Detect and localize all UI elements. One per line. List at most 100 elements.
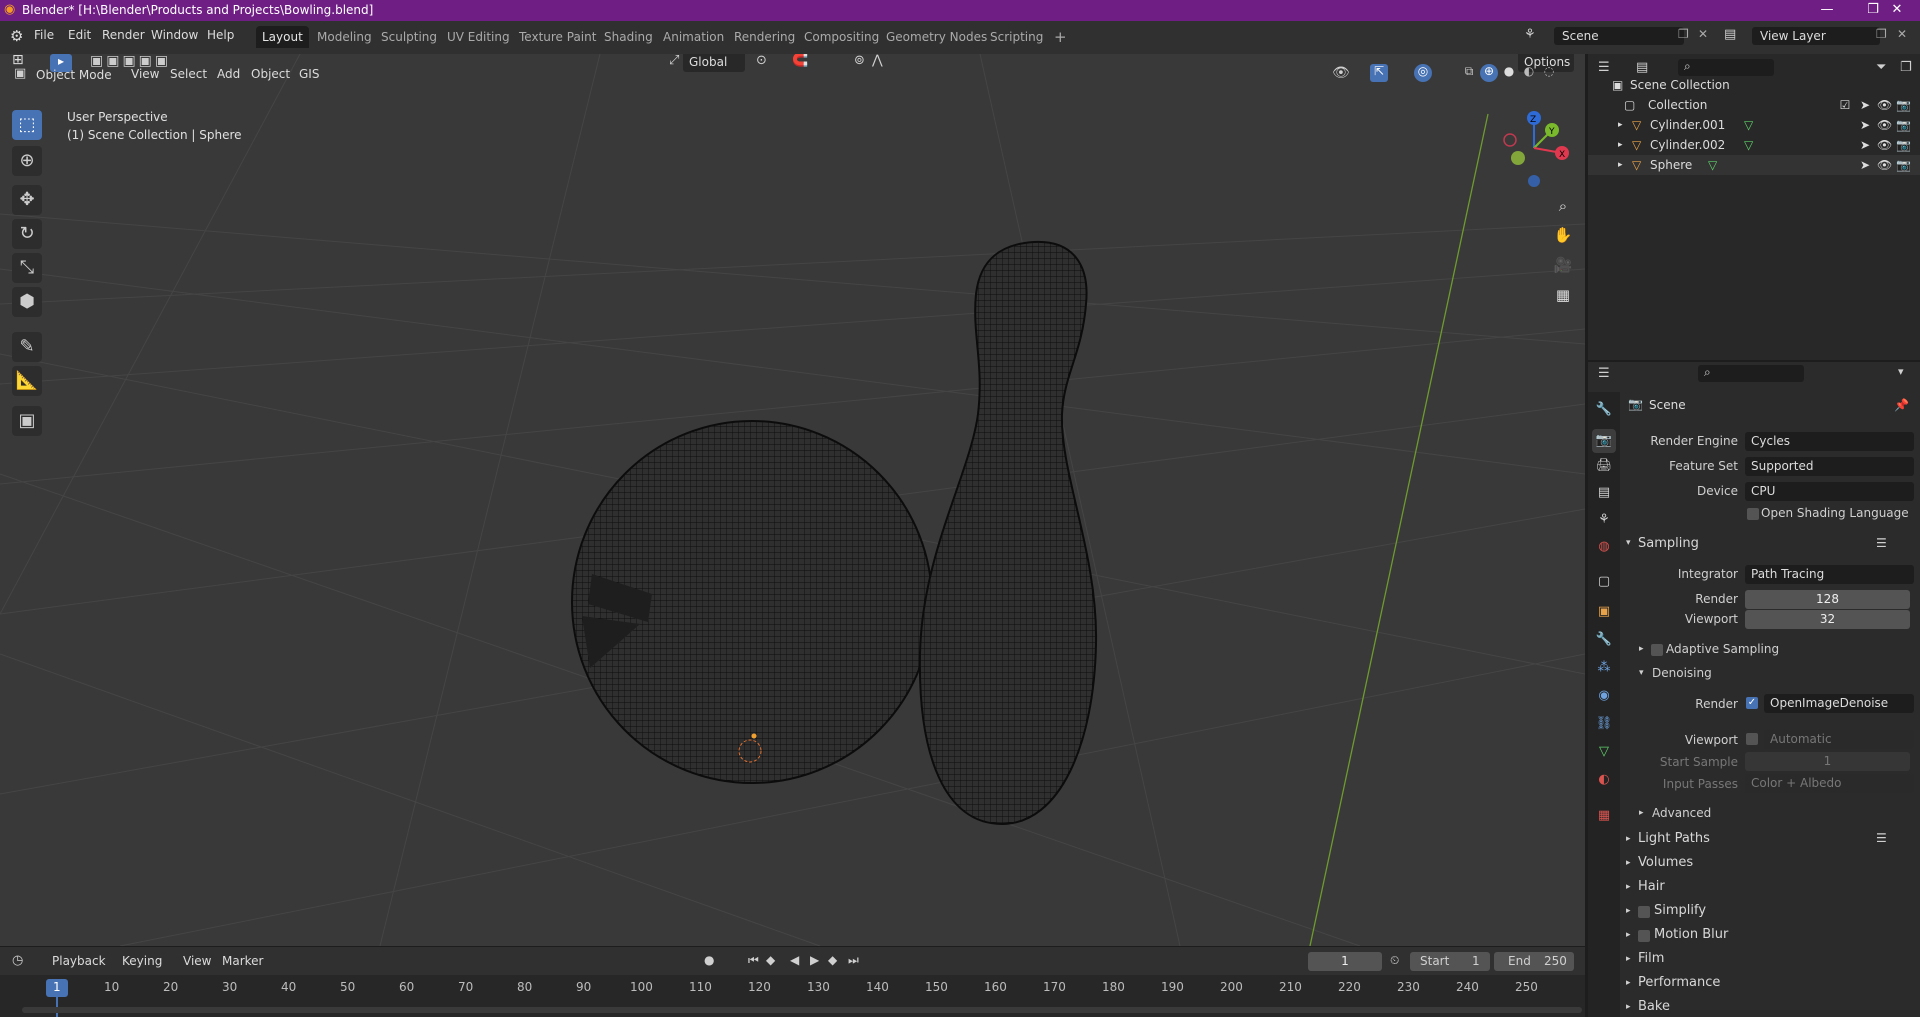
view-layer-remove-icon[interactable]: ✕: [1897, 27, 1907, 41]
sphere-object[interactable]: [571, 420, 933, 784]
tab-layout[interactable]: Layout: [256, 26, 309, 48]
render-camera-icon[interactable]: 📷: [1896, 95, 1911, 115]
scene-remove-icon[interactable]: ✕: [1698, 27, 1708, 41]
selectable-icon[interactable]: ➤: [1858, 135, 1872, 155]
sampling-panel-header[interactable]: Sampling: [1638, 536, 1699, 551]
performance-header[interactable]: Performance: [1638, 975, 1720, 990]
timeline-menu-view[interactable]: View: [183, 954, 211, 968]
pan-hand-icon[interactable]: ✋: [1550, 222, 1576, 248]
viewport-menu-view[interactable]: View: [131, 67, 159, 81]
play-reverse-icon[interactable]: ◀: [790, 953, 799, 967]
tab-compositing[interactable]: Compositing: [798, 26, 885, 48]
scene-icon[interactable]: ⚘: [1524, 27, 1536, 42]
prev-keyframe-icon[interactable]: ◆: [766, 953, 775, 967]
auto-key-icon[interactable]: ●: [704, 953, 714, 967]
tab-geometry-nodes[interactable]: Geometry Nodes: [880, 26, 993, 48]
snap-icon[interactable]: 🧲: [792, 54, 808, 68]
jump-start-icon[interactable]: ⏮: [748, 953, 759, 968]
simplify-expand-icon[interactable]: ▸: [1626, 906, 1631, 916]
hair-header[interactable]: Hair: [1638, 879, 1665, 894]
add-workspace-button[interactable]: +: [1048, 26, 1073, 48]
blender-menu-icon[interactable]: ⚙: [10, 27, 23, 45]
close-button[interactable]: ✕: [1874, 0, 1920, 21]
pin-object[interactable]: [918, 240, 1098, 826]
properties-editor-icon[interactable]: ☰: [1598, 366, 1610, 381]
timeline-menu-keying[interactable]: Keying: [122, 954, 162, 968]
cursor-tool[interactable]: ⊕: [12, 146, 42, 176]
eye-icon[interactable]: 👁: [1877, 155, 1892, 175]
scene-tab-icon[interactable]: ⚘: [1592, 508, 1616, 532]
selectable-icon[interactable]: ➤: [1858, 155, 1872, 175]
xray-toggle-icon[interactable]: ⧉: [1460, 64, 1478, 82]
outliner-row-sphere[interactable]: ▸ ▽ Sphere ▽ ➤ 👁 📷: [1588, 155, 1920, 175]
properties-options-icon[interactable]: ▾: [1898, 365, 1904, 378]
adaptive-expand-icon[interactable]: ▸: [1639, 644, 1644, 654]
viewport-menu-gis[interactable]: GIS: [299, 67, 319, 81]
properties-search-input[interactable]: ⌕: [1698, 365, 1804, 382]
mesh-data-icon[interactable]: ▽: [1744, 135, 1753, 155]
input-passes-dropdown[interactable]: Color + Albedo: [1745, 774, 1914, 793]
3d-viewport[interactable]: ⊞ ▸ ▣▣▣▣▣ ⤢ Global ⊙ 🧲 ⊚ ⋀ Options ▣ Obj…: [0, 54, 1585, 946]
start-sample-field[interactable]: 1: [1745, 752, 1910, 771]
sampling-collapse-icon[interactable]: ▾: [1626, 538, 1631, 548]
minimize-button[interactable]: —: [1804, 0, 1850, 21]
selectable-icon[interactable]: ➤: [1858, 95, 1872, 115]
motion-blur-checkbox[interactable]: [1638, 930, 1650, 942]
performance-expand-icon[interactable]: ▸: [1626, 978, 1631, 988]
viewport-menu-add[interactable]: Add: [217, 67, 240, 81]
start-frame-field[interactable]: Start 1: [1410, 952, 1490, 971]
feature-set-dropdown[interactable]: Supported: [1745, 457, 1914, 476]
particles-tab-icon[interactable]: ⁂: [1592, 656, 1616, 680]
measure-tool[interactable]: 📐: [12, 366, 42, 396]
view-layer-selector[interactable]: View Layer: [1752, 27, 1880, 45]
simplify-header[interactable]: Simplify: [1654, 903, 1706, 918]
outliner-search-input[interactable]: ⌕: [1678, 59, 1774, 76]
world-tab-icon[interactable]: ◍: [1592, 535, 1616, 559]
material-shading-icon[interactable]: ◐: [1520, 64, 1538, 82]
modifier-tab-icon[interactable]: 🔧: [1592, 628, 1616, 652]
orientation-dropdown[interactable]: Global: [683, 54, 745, 72]
gizmo-toggle-icon[interactable]: ⇱: [1370, 64, 1388, 82]
viewport-menu-select[interactable]: Select: [170, 67, 207, 81]
pin-icon[interactable]: 📌: [1894, 398, 1909, 412]
annotate-tool[interactable]: ✎: [12, 332, 42, 362]
tab-scripting[interactable]: Scripting: [984, 26, 1049, 48]
next-keyframe-icon[interactable]: ◆: [828, 953, 837, 967]
tab-uv-editing[interactable]: UV Editing: [441, 26, 516, 48]
texture-tab-icon[interactable]: ▦: [1592, 804, 1616, 828]
expand-arrow-icon[interactable]: ▸: [1618, 155, 1623, 175]
scale-tool[interactable]: ⤡: [12, 253, 42, 283]
falloff-icon[interactable]: ⋀: [872, 54, 883, 68]
outliner-row-scene-collection[interactable]: ▣ Scene Collection: [1588, 75, 1920, 95]
adaptive-checkbox[interactable]: [1651, 644, 1663, 656]
denoise-render-checkbox[interactable]: ✓: [1746, 697, 1758, 709]
selectable-icon[interactable]: ➤: [1858, 115, 1872, 135]
rendered-shading-icon[interactable]: ◌: [1540, 64, 1558, 82]
light-paths-expand-icon[interactable]: ▸: [1626, 834, 1631, 844]
exclude-checkbox[interactable]: ☑: [1838, 95, 1852, 115]
timeline-menu-playback[interactable]: Playback: [52, 954, 106, 968]
preview-range-icon[interactable]: ⏲: [1390, 953, 1399, 968]
menu-window[interactable]: Window: [151, 28, 198, 42]
navigation-gizmo[interactable]: Z Y X: [1494, 108, 1574, 188]
mesh-data-icon[interactable]: ▽: [1744, 115, 1753, 135]
bake-expand-icon[interactable]: ▸: [1626, 1002, 1631, 1012]
simplify-checkbox[interactable]: [1638, 906, 1650, 918]
wireframe-shading-icon[interactable]: ⊕: [1480, 64, 1498, 82]
advanced-header[interactable]: Advanced: [1652, 806, 1711, 820]
jump-end-icon[interactable]: ⏭: [848, 953, 859, 968]
select-box-tool[interactable]: ⬚: [12, 110, 42, 140]
advanced-expand-icon[interactable]: ▸: [1639, 808, 1644, 818]
denoise-viewport-checkbox[interactable]: [1746, 733, 1758, 745]
motion-blur-header[interactable]: Motion Blur: [1654, 927, 1728, 942]
transform-tool[interactable]: ⬢: [12, 287, 42, 317]
proportional-edit-icon[interactable]: ⊚: [854, 54, 865, 68]
outliner-row-collection[interactable]: ▢ Collection ☑ ➤ 👁 📷: [1588, 95, 1920, 115]
device-dropdown[interactable]: CPU: [1745, 482, 1914, 501]
tab-shading[interactable]: Shading: [598, 26, 659, 48]
menu-render[interactable]: Render: [102, 28, 145, 42]
zoom-icon[interactable]: ⌕: [1550, 193, 1576, 219]
tab-animation[interactable]: Animation: [657, 26, 730, 48]
tool-tab-icon[interactable]: 🔧: [1592, 398, 1616, 422]
render-engine-dropdown[interactable]: Cycles: [1745, 432, 1914, 451]
